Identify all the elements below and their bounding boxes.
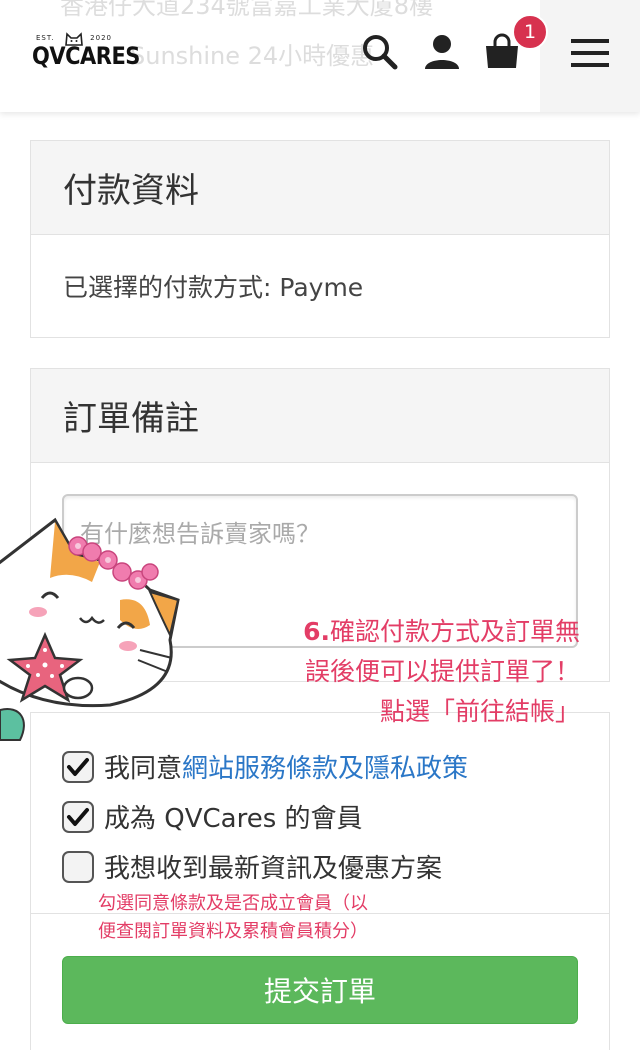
- logo-est: EST.: [36, 34, 55, 42]
- newsletter-checkbox[interactable]: [62, 850, 94, 883]
- step-number: 6.: [303, 617, 330, 646]
- order-note-title: 訂單備註: [31, 369, 609, 463]
- step-line-2: 誤後便可以提供訂單了！: [304, 657, 580, 686]
- background-text-2: Sunshine 24小時優惠: [130, 42, 375, 70]
- consent-annotation-line-1: 勾選同意條款及是否成立會員（以: [98, 893, 368, 914]
- terms-row: 我同意 網站服務條款及隱私政策: [62, 748, 468, 785]
- submit-order-button[interactable]: 提交訂單: [62, 956, 578, 1024]
- step-annotation: 6.確認付款方式及訂單無 誤後便可以提供訂單了！ 點選「前往結帳」: [240, 612, 580, 732]
- member-row: 成為 QVCares 的會員: [62, 798, 363, 835]
- payment-title: 付款資料: [31, 141, 609, 235]
- account-button[interactable]: [420, 30, 464, 74]
- consent-annotation-line-2: 便查閱訂單資料及累積會員積分）: [98, 921, 368, 942]
- user-icon: [425, 35, 459, 69]
- checkmark-icon: [67, 807, 89, 826]
- menu-icon: [571, 39, 609, 67]
- cart-count-badge: 1: [512, 14, 548, 50]
- newsletter-row: 我想收到最新資訊及優惠方案: [62, 848, 442, 885]
- payment-method-text: 已選擇的付款方式: Payme: [63, 273, 364, 302]
- member-checkbox[interactable]: [62, 800, 94, 833]
- step-line-3: 點選「前往結帳」: [379, 697, 580, 726]
- step-line-1: 確認付款方式及訂單無: [329, 617, 580, 646]
- search-icon: [363, 35, 398, 70]
- background-text-1: 香港仔大道234號富嘉工業大廈8樓: [60, 0, 434, 20]
- logo-wordmark: QVCARES: [32, 42, 140, 70]
- payment-panel: 付款資料 已選擇的付款方式: Payme: [30, 140, 610, 338]
- site-header: 香港仔大道234號富嘉工業大廈8樓 Sunshine 24小時優惠 EST. 2…: [0, 0, 640, 112]
- search-button[interactable]: [358, 30, 402, 74]
- cat-mascot-sticker: [0, 517, 180, 741]
- terms-checkbox[interactable]: [62, 750, 94, 783]
- checkmark-icon: [67, 757, 89, 776]
- menu-button[interactable]: [540, 0, 640, 112]
- terms-link[interactable]: 網站服務條款及隱私政策: [182, 748, 468, 785]
- terms-label-prefix: 我同意: [104, 754, 183, 784]
- site-logo[interactable]: EST. 2020 QVCARES: [30, 30, 140, 76]
- logo-year: 2020: [90, 34, 112, 42]
- newsletter-label: 我想收到最新資訊及優惠方案: [104, 854, 443, 884]
- member-label: 成為 QVCares 的會員: [104, 804, 363, 834]
- consent-annotation: 勾選同意條款及是否成立會員（以 便查閱訂單資料及累積會員積分）: [98, 890, 428, 946]
